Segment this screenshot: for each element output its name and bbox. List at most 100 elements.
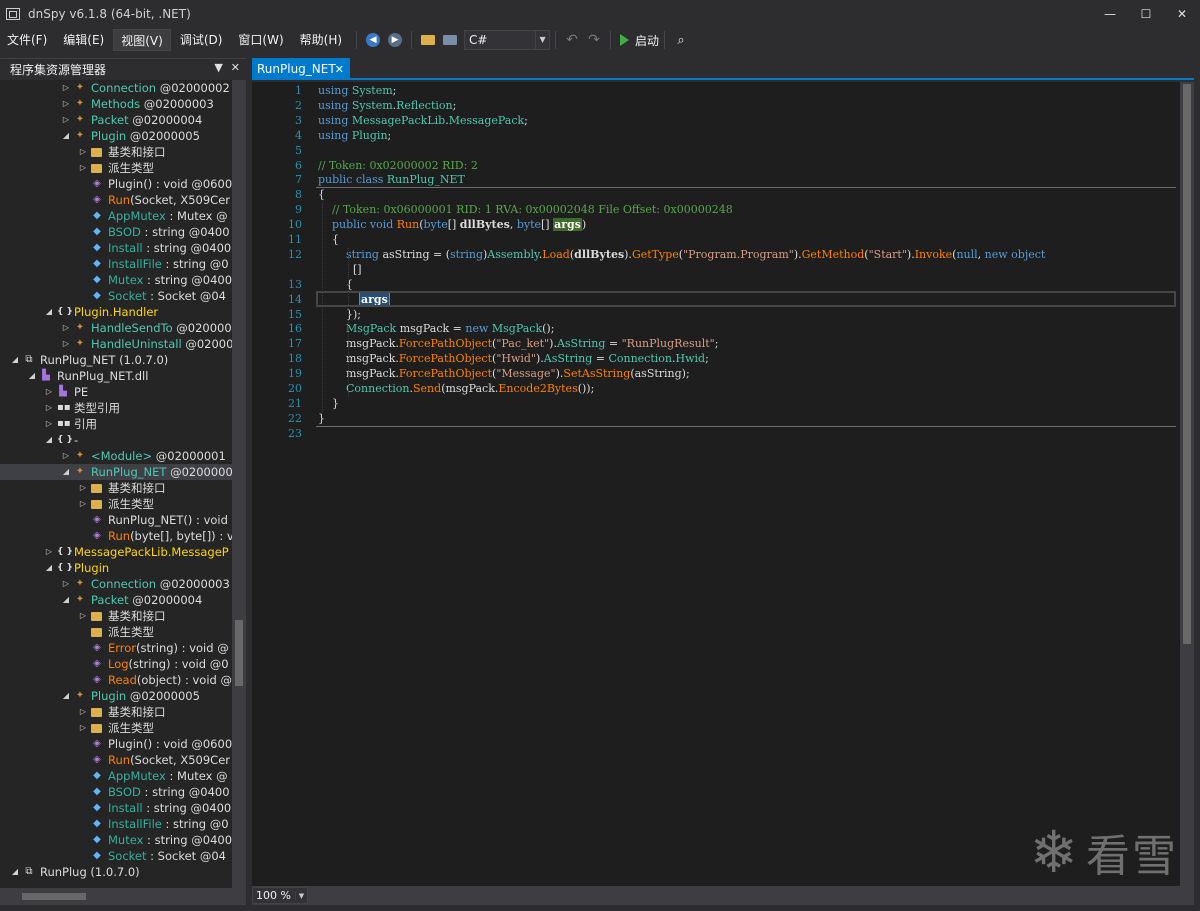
code-token[interactable]: }); xyxy=(318,308,361,321)
code-token[interactable]: Assembly xyxy=(487,248,539,261)
code-token[interactable]: SetAsString xyxy=(563,367,630,380)
code-token[interactable]: ; xyxy=(393,84,397,97)
code-token[interactable]: using xyxy=(318,129,352,142)
maximize-button[interactable]: ☐ xyxy=(1128,0,1164,28)
tree-node[interactable]: ▷ ✦ Connection @02000003 xyxy=(0,576,232,592)
tree-node[interactable]: ◆ Socket : Socket @04 xyxy=(0,288,232,304)
menu-debug[interactable]: 调试(D) xyxy=(173,29,230,51)
tree-node[interactable]: ◈ Plugin() : void @0600 xyxy=(0,176,232,192)
scrollbar-thumb[interactable] xyxy=(235,620,243,686)
code-token[interactable]: = xyxy=(605,337,621,350)
code-token[interactable]: "Start" xyxy=(869,248,907,261)
tree-node[interactable]: ◆ InstallFile : string @0 xyxy=(0,256,232,272)
open-button[interactable] xyxy=(418,30,438,50)
collapse-arrow-icon[interactable]: ◢ xyxy=(44,560,54,576)
code-token[interactable]: MessagePack xyxy=(449,114,524,127)
navigate-back-button[interactable]: ◀ xyxy=(363,30,383,50)
code-token[interactable]: [] xyxy=(448,218,460,231)
code-editor[interactable]: 1 using System; 2 using System.Reflection; 3… xyxy=(252,82,1180,886)
code-token[interactable]: ; xyxy=(715,337,719,350)
collapse-arrow-icon[interactable]: ◢ xyxy=(44,432,54,448)
code-token[interactable]: (); xyxy=(542,322,554,335)
tree-node[interactable]: ◈ Run(Socket, X509Cer xyxy=(0,752,232,768)
tree-node[interactable]: ▷{ } MessagePackLib.MessageP xyxy=(0,544,232,560)
tree-node[interactable]: ◈ Error(string) : void @ xyxy=(0,640,232,656)
expand-arrow-icon[interactable]: ▷ xyxy=(61,320,71,336)
assembly-tree[interactable]: ▷ ✦ Connection @02000002 ▷ ✦ Methods @0200000… xyxy=(0,80,232,888)
code-token[interactable]: string xyxy=(346,248,382,261)
tree-node[interactable]: ▷ 基类和接口 xyxy=(0,144,232,160)
code-token[interactable]: ()); xyxy=(578,382,595,395)
menu-file[interactable]: 文件(F) xyxy=(0,29,54,51)
expand-arrow-icon[interactable]: ▷ xyxy=(44,416,54,432)
expand-arrow-icon[interactable]: ▷ xyxy=(61,96,71,112)
tree-node[interactable]: ▷ 基类和接口 xyxy=(0,608,232,624)
code-token[interactable]: AsString xyxy=(544,352,592,365)
undo-button[interactable]: ↶ xyxy=(562,30,582,50)
expand-arrow-icon[interactable]: ▷ xyxy=(78,720,88,736)
code-token[interactable]: Plugin xyxy=(352,129,388,142)
code-token[interactable] xyxy=(318,218,332,231)
tree-node[interactable]: ▷ 派生类型 xyxy=(0,160,232,176)
code-token[interactable]: AsString xyxy=(557,337,605,350)
code-token[interactable]: MsgPack xyxy=(346,322,396,335)
code-token[interactable]: ForcePathObject xyxy=(399,367,492,380)
code-token[interactable]: { xyxy=(318,188,325,201)
tree-node[interactable]: ◆ Mutex : string @0400 xyxy=(0,272,232,288)
tree-node[interactable]: ◢ ▙ RunPlug_NET.dll xyxy=(0,368,232,384)
code-token[interactable]: GetType xyxy=(632,248,679,261)
close-icon[interactable]: ✕ xyxy=(335,63,344,76)
tree-node[interactable]: ▷ ✦ Packet @02000004 xyxy=(0,112,232,128)
expand-arrow-icon[interactable]: ▷ xyxy=(61,448,71,464)
tree-node[interactable]: ◆ InstallFile : string @0 xyxy=(0,816,232,832)
code-token[interactable]: // Token: 0x02000002 RID: 2 xyxy=(318,159,478,172)
tree-node[interactable]: ◈ RunPlug_NET() : void xyxy=(0,512,232,528)
code-token[interactable]: , xyxy=(510,218,517,231)
panel-dropdown-icon[interactable]: ▼ xyxy=(214,61,222,74)
search-button[interactable]: ⌕ xyxy=(671,30,691,50)
open-list-button[interactable] xyxy=(440,30,460,50)
tree-node[interactable]: ◢ ✦ Plugin @02000005 xyxy=(0,128,232,144)
tree-node[interactable]: ▷ 基类和接口 xyxy=(0,480,232,496)
tree-node[interactable]: ◆ Socket : Socket @04 xyxy=(0,848,232,864)
code-token[interactable]: ). xyxy=(907,248,915,261)
code-token[interactable]: byte xyxy=(517,218,541,231)
expand-arrow-icon[interactable]: ▷ xyxy=(61,112,71,128)
collapse-arrow-icon[interactable]: ◢ xyxy=(61,464,71,480)
expand-arrow-icon[interactable]: ▷ xyxy=(61,336,71,352)
scrollbar-thumb[interactable] xyxy=(1183,84,1191,644)
code-token[interactable]: asString = ( xyxy=(382,248,450,261)
tree-node[interactable]: ◢ ✦ Plugin @02000005 xyxy=(0,688,232,704)
tree-node[interactable]: ▷ ✦ Methods @02000003 xyxy=(0,96,232,112)
tree-node[interactable]: ▷ ▙ PE xyxy=(0,384,232,400)
menu-view[interactable]: 视图(V) xyxy=(113,29,171,51)
code-token[interactable]: Send xyxy=(413,382,441,395)
tree-horizontal-scrollbar[interactable] xyxy=(0,888,246,905)
panel-close-icon[interactable]: ✕ xyxy=(231,61,240,74)
collapse-arrow-icon[interactable]: ◢ xyxy=(44,304,54,320)
code-token[interactable]: Invoke xyxy=(915,248,952,261)
code-token[interactable]: Connection xyxy=(346,382,410,395)
language-select[interactable]: C# ▼ xyxy=(464,30,551,50)
code-token[interactable]: string xyxy=(450,248,483,261)
close-button[interactable]: ✕ xyxy=(1164,0,1200,28)
collapse-arrow-icon[interactable]: ◢ xyxy=(10,864,20,880)
expand-arrow-icon[interactable]: ▷ xyxy=(78,160,88,176)
code-token[interactable]: using xyxy=(318,114,352,127)
tab-runplug-net[interactable]: RunPlug_NET ✕ xyxy=(252,58,350,80)
tree-node[interactable]: ▷ 派生类型 xyxy=(0,496,232,512)
tree-node[interactable]: ◈ Log(string) : void @0 xyxy=(0,656,232,672)
tree-vertical-scrollbar[interactable] xyxy=(232,80,246,888)
code-token[interactable]: } xyxy=(318,412,325,425)
expand-arrow-icon[interactable]: ▷ xyxy=(44,400,54,416)
tree-node[interactable]: ◆ BSOD : string @0400 xyxy=(0,224,232,240)
tree-node[interactable]: ◆ AppMutex : Mutex @ xyxy=(0,208,232,224)
code-token[interactable]: ). xyxy=(536,352,544,365)
tree-node[interactable]: ◈ Run(byte[], byte[]) : v xyxy=(0,528,232,544)
collapse-arrow-icon[interactable]: ◢ xyxy=(10,352,20,368)
code-token[interactable]: ; xyxy=(453,99,457,112)
collapse-arrow-icon[interactable]: ◢ xyxy=(27,368,37,384)
code-token[interactable]: new object xyxy=(985,248,1046,261)
code-token[interactable]: System xyxy=(352,99,393,112)
tree-node[interactable]: ◈ Read(object) : void @ xyxy=(0,672,232,688)
